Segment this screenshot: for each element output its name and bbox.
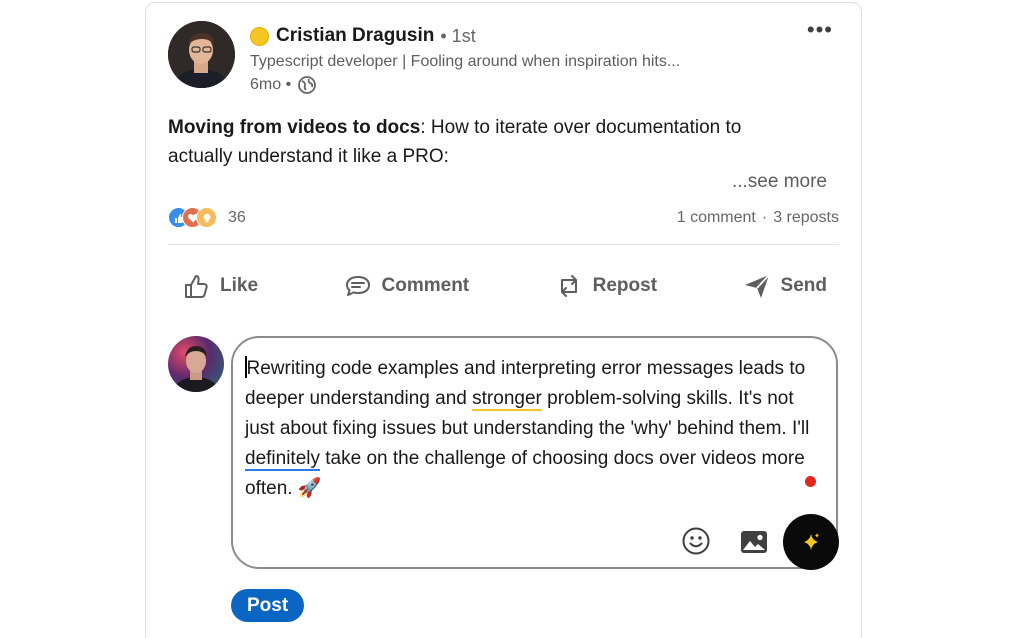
- author-avatar[interactable]: [168, 21, 235, 88]
- post-meta: 6mo •: [250, 75, 317, 95]
- connection-degree: • 1st: [440, 25, 476, 46]
- repost-icon: [560, 275, 577, 297]
- emoji-icon[interactable]: [681, 526, 711, 556]
- comment-icon: [345, 276, 370, 296]
- repost-label: Repost: [592, 275, 658, 296]
- send-button[interactable]: Send: [729, 265, 839, 307]
- globe-icon: [298, 76, 317, 94]
- repost-count-link[interactable]: 3 reposts: [773, 209, 839, 227]
- more-options-button[interactable]: •••: [807, 17, 833, 43]
- post-card: Cristian Dragusin • 1st Typescript devel…: [145, 2, 862, 638]
- post-comment-button[interactable]: Post: [231, 589, 305, 622]
- post-time: 6mo •: [250, 76, 292, 93]
- post-text-bold: Moving from videos to docs: [168, 117, 421, 138]
- comment-composer[interactable]: Rewriting code examples and interpreting…: [231, 336, 839, 570]
- send-icon: [744, 274, 770, 298]
- current-user-avatar: [168, 336, 224, 392]
- like-label: Like: [220, 275, 259, 296]
- post-text: Moving from videos to docs: How to itera…: [168, 113, 808, 171]
- send-label: Send: [780, 275, 827, 296]
- author-name-row: Cristian Dragusin • 1st: [250, 25, 476, 47]
- notification-dot: [805, 476, 816, 487]
- author-headline: Typescript developer | Fooling around wh…: [250, 53, 681, 70]
- image-icon[interactable]: [739, 528, 769, 556]
- ai-assist-button[interactable]: [783, 514, 839, 570]
- comment-input[interactable]: Rewriting code examples and interpreting…: [245, 354, 815, 504]
- status-dot-icon: [250, 26, 269, 46]
- comment-count-link[interactable]: 1 comment: [677, 209, 756, 227]
- grammar-suggestion[interactable]: stronger: [472, 388, 542, 409]
- thumbs-up-icon: [185, 275, 208, 298]
- reaction-icons: [168, 207, 224, 229]
- action-bar: Like Comment Repost Send: [168, 265, 839, 307]
- count-separator: ·: [761, 209, 768, 226]
- reaction-count: 36: [228, 209, 246, 226]
- author-name[interactable]: Cristian Dragusin: [276, 25, 434, 47]
- engagement-counts: 1 comment · 3 reposts: [677, 209, 839, 227]
- comment-label: Comment: [381, 275, 470, 296]
- comment-button[interactable]: Comment: [330, 265, 482, 307]
- divider: [168, 244, 839, 245]
- sparkle-icon: [804, 533, 819, 550]
- insightful-reaction-icon: [196, 207, 217, 228]
- repost-button[interactable]: Repost: [541, 265, 669, 307]
- reactions-summary[interactable]: 36: [168, 207, 246, 229]
- comment-text-part: take on the challenge of choosing docs o…: [245, 448, 805, 499]
- spelling-suggestion[interactable]: definitely: [245, 448, 320, 469]
- like-button[interactable]: Like: [168, 265, 270, 307]
- see-more-link[interactable]: ...see more: [732, 171, 827, 193]
